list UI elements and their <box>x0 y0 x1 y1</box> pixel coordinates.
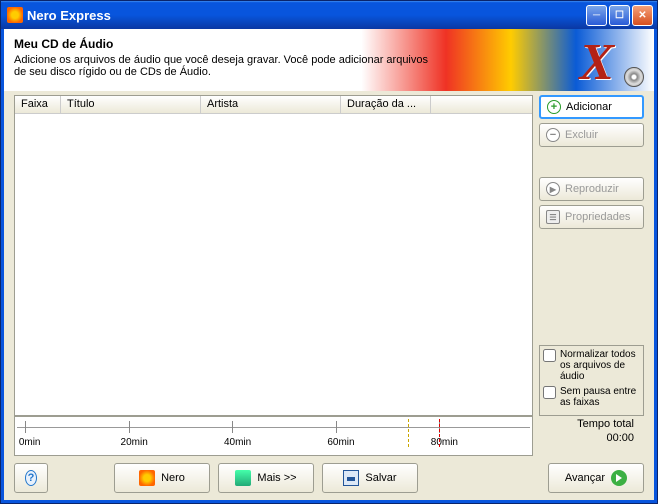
play-icon: ▶ <box>546 182 560 196</box>
app-window: Nero Express ─ ☐ ✕ Meu CD de Áudio Adici… <box>0 0 658 504</box>
marker-74min <box>408 419 409 447</box>
tick-0: 0min <box>19 437 41 448</box>
next-button[interactable]: Avançar <box>548 463 644 493</box>
window-title: Nero Express <box>27 8 586 23</box>
add-label: Adicionar <box>566 101 612 113</box>
nogap-label: Sem pausa entre as faixas <box>560 386 640 408</box>
normalize-label: Normalizar todos os arquivos de áudio <box>560 349 640 382</box>
properties-label: Propriedades <box>565 211 630 223</box>
page-title: Meu CD de Áudio <box>14 37 644 51</box>
save-button[interactable]: Salvar <box>322 463 418 493</box>
next-label: Avançar <box>565 472 605 484</box>
col-track[interactable]: Faixa <box>15 96 61 113</box>
list-header: Faixa Título Artista Duração da ... <box>15 96 532 114</box>
track-list-area: Faixa Título Artista Duração da ... <box>14 95 533 416</box>
bottom-bar: ? Nero Mais >> Salvar Avançar <box>4 456 654 500</box>
timeline-track <box>17 427 530 428</box>
window-buttons: ─ ☐ ✕ <box>586 5 653 26</box>
plus-icon: + <box>547 100 561 114</box>
tick-80: 80min <box>431 437 458 448</box>
main-row: Faixa Título Artista Duração da ... + Ad… <box>4 91 654 416</box>
col-artist[interactable]: Artista <box>201 96 341 113</box>
side-panel: + Adicionar − Excluir ▶ Reproduzir ☰ Pro… <box>539 95 644 416</box>
total-time-box: Tempo total 00:00 <box>539 416 644 456</box>
save-icon <box>343 470 359 486</box>
lower-row: 0min 20min 40min 60min 80min Tempo total… <box>4 416 654 456</box>
app-icon <box>7 7 23 23</box>
minimize-button[interactable]: ─ <box>586 5 607 26</box>
marker-80min <box>439 419 440 447</box>
timeline[interactable]: 0min 20min 40min 60min 80min <box>14 416 533 456</box>
page-description: Adicione os arquivos de áudio que você d… <box>14 54 434 78</box>
arrow-right-icon <box>611 470 627 486</box>
col-title[interactable]: Título <box>61 96 201 113</box>
normalize-option[interactable]: Normalizar todos os arquivos de áudio <box>543 349 640 382</box>
nogap-option[interactable]: Sem pausa entre as faixas <box>543 386 640 408</box>
normalize-checkbox[interactable] <box>543 349 556 362</box>
nero-label: Nero <box>161 472 185 484</box>
more-button[interactable]: Mais >> <box>218 463 314 493</box>
titlebar[interactable]: Nero Express ─ ☐ ✕ <box>1 1 657 29</box>
close-button[interactable]: ✕ <box>632 5 653 26</box>
nero-button[interactable]: Nero <box>114 463 210 493</box>
disc-icon <box>624 67 644 87</box>
play-button[interactable]: ▶ Reproduzir <box>539 177 644 201</box>
col-spacer <box>431 96 532 113</box>
more-label: Mais >> <box>257 472 296 484</box>
nero-icon <box>139 470 155 486</box>
play-label: Reproduzir <box>565 183 619 195</box>
properties-button[interactable]: ☰ Propriedades <box>539 205 644 229</box>
help-button[interactable]: ? <box>14 463 48 493</box>
delete-label: Excluir <box>565 129 598 141</box>
track-listview[interactable]: Faixa Título Artista Duração da ... <box>14 95 533 416</box>
save-label: Salvar <box>365 472 396 484</box>
tick-20: 20min <box>121 437 148 448</box>
col-duration[interactable]: Duração da ... <box>341 96 431 113</box>
tick-40: 40min <box>224 437 251 448</box>
total-time-value: 00:00 <box>539 432 634 444</box>
more-icon <box>235 470 251 486</box>
options-box: Normalizar todos os arquivos de áudio Se… <box>539 345 644 416</box>
tick-60: 60min <box>327 437 354 448</box>
add-button[interactable]: + Adicionar <box>539 95 644 119</box>
maximize-button[interactable]: ☐ <box>609 5 630 26</box>
minus-icon: − <box>546 128 560 142</box>
delete-button[interactable]: − Excluir <box>539 123 644 147</box>
total-time-label: Tempo total <box>539 418 634 430</box>
nogap-checkbox[interactable] <box>543 386 556 399</box>
properties-icon: ☰ <box>546 210 560 224</box>
client-area: Meu CD de Áudio Adicione os arquivos de … <box>1 29 657 503</box>
help-icon: ? <box>25 470 37 486</box>
header: Meu CD de Áudio Adicione os arquivos de … <box>4 29 654 91</box>
